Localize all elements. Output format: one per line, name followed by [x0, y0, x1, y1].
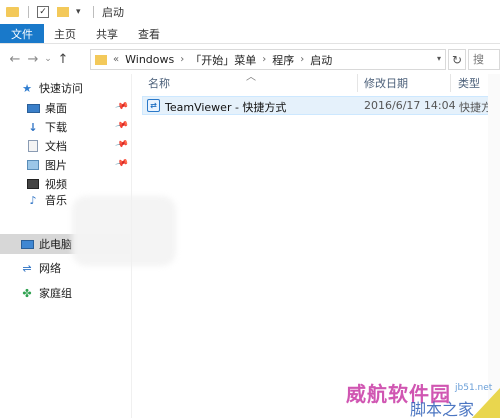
sidebar-item-label: 此电脑	[39, 238, 72, 251]
breadcrumb-separator[interactable]: ›	[300, 54, 304, 65]
document-icon	[26, 140, 40, 152]
recent-locations-button[interactable]: ⌄	[42, 50, 54, 68]
title-bar: ✓ ▾ 启动	[0, 0, 500, 24]
customize-toolbar-icon[interactable]: ▾	[76, 6, 86, 18]
download-icon: ↓	[28, 120, 38, 134]
tab-file[interactable]: 文件	[0, 24, 44, 43]
pin-icon[interactable]: 📌	[114, 100, 129, 114]
tab-share[interactable]: 共享	[86, 24, 128, 43]
pin-icon[interactable]: 📌	[114, 157, 129, 171]
pictures-icon	[26, 159, 40, 171]
column-divider[interactable]	[357, 74, 358, 92]
address-bar[interactable]: « Windows › 「开始」菜单 › 程序 › 启动 ▾	[90, 49, 446, 70]
folder-icon	[95, 54, 107, 65]
video-icon	[26, 178, 40, 190]
breadcrumb-startup[interactable]: 启动	[310, 52, 332, 68]
breadcrumb-overflow[interactable]: «	[113, 54, 119, 65]
sidebar-item-label: 音乐	[45, 194, 67, 207]
breadcrumb-programs[interactable]: 程序	[272, 52, 294, 68]
column-header-name[interactable]: 名称	[148, 74, 170, 92]
sidebar-item-label: 文档	[45, 140, 67, 153]
file-name: TeamViewer - 快捷方式	[165, 101, 287, 114]
sidebar-item-label: 图片	[45, 159, 67, 172]
column-header-date[interactable]: 修改日期	[364, 74, 408, 92]
shortcut-icon: ⇄	[147, 99, 160, 112]
pane-divider[interactable]	[131, 74, 132, 418]
homegroup-icon: ✤	[22, 286, 32, 300]
file-list: ︿ 名称 修改日期 类型 ⇄ TeamViewer - 快捷方式 2016/6/…	[138, 72, 500, 418]
divider	[93, 6, 94, 18]
properties-icon[interactable]: ✓	[37, 6, 49, 18]
star-icon: ★	[22, 81, 32, 95]
pin-icon[interactable]: 📌	[114, 138, 129, 152]
sidebar-item-pictures[interactable]: 图片 📌	[0, 155, 130, 175]
ribbon-tabs: 文件 主页 共享 查看	[0, 24, 500, 44]
up-button[interactable]: ↑	[54, 50, 72, 68]
window-title: 启动	[102, 6, 124, 19]
desktop-icon	[26, 102, 40, 114]
network-icon: ⇌	[22, 261, 32, 275]
watermark-site: jb51.net	[455, 383, 493, 393]
tab-home[interactable]: 主页	[44, 24, 86, 43]
divider	[28, 6, 29, 18]
sidebar-item-desktop[interactable]: 桌面 📌	[0, 98, 130, 118]
back-button[interactable]: ←	[6, 50, 24, 68]
breadcrumb-separator[interactable]: ›	[262, 54, 266, 65]
chevron-down-icon[interactable]: ▾	[437, 54, 441, 63]
refresh-button[interactable]: ↻	[448, 49, 466, 70]
column-header-type[interactable]: 类型	[458, 74, 480, 92]
right-edge	[488, 74, 500, 418]
folder-icon	[6, 7, 19, 17]
sidebar-item-label: 网络	[39, 262, 61, 275]
pin-icon[interactable]: 📌	[114, 119, 129, 133]
watermark-brand-secondary: 脚本之家	[410, 400, 475, 418]
file-row[interactable]: ⇄ TeamViewer - 快捷方式 2016/6/17 14:04 快捷方式	[142, 96, 500, 115]
forward-button[interactable]: →	[24, 50, 42, 68]
search-input[interactable]: 搜	[468, 49, 500, 70]
sidebar-item-label: 视频	[45, 178, 67, 191]
tab-view[interactable]: 查看	[128, 24, 170, 43]
column-divider[interactable]	[450, 74, 451, 92]
file-date: 2016/6/17 14:04	[364, 99, 456, 112]
sidebar-item-videos[interactable]: 视频	[0, 174, 130, 194]
sidebar-item-homegroup[interactable]: ✤ 家庭组	[0, 283, 130, 303]
sidebar-item-quick-access[interactable]: ★ 快速访问	[0, 78, 130, 98]
sidebar-item-label: 桌面	[45, 102, 67, 115]
breadcrumb-windows[interactable]: Windows	[125, 53, 174, 66]
new-folder-icon[interactable]	[57, 7, 69, 17]
music-icon: ♪	[29, 193, 37, 207]
sidebar-item-downloads[interactable]: ↓ 下载 📌	[0, 117, 130, 137]
breadcrumb-separator[interactable]: ›	[180, 54, 184, 65]
sidebar-item-documents[interactable]: 文档 📌	[0, 136, 130, 156]
sidebar-item-label: 快速访问	[39, 82, 83, 95]
breadcrumb-start-menu[interactable]: 「开始」菜单	[190, 52, 256, 68]
sort-ascending-icon: ︿	[246, 72, 256, 83]
sidebar-item-label: 家庭组	[39, 287, 72, 300]
computer-icon	[20, 238, 34, 250]
sidebar-item-label: 下载	[45, 121, 67, 134]
